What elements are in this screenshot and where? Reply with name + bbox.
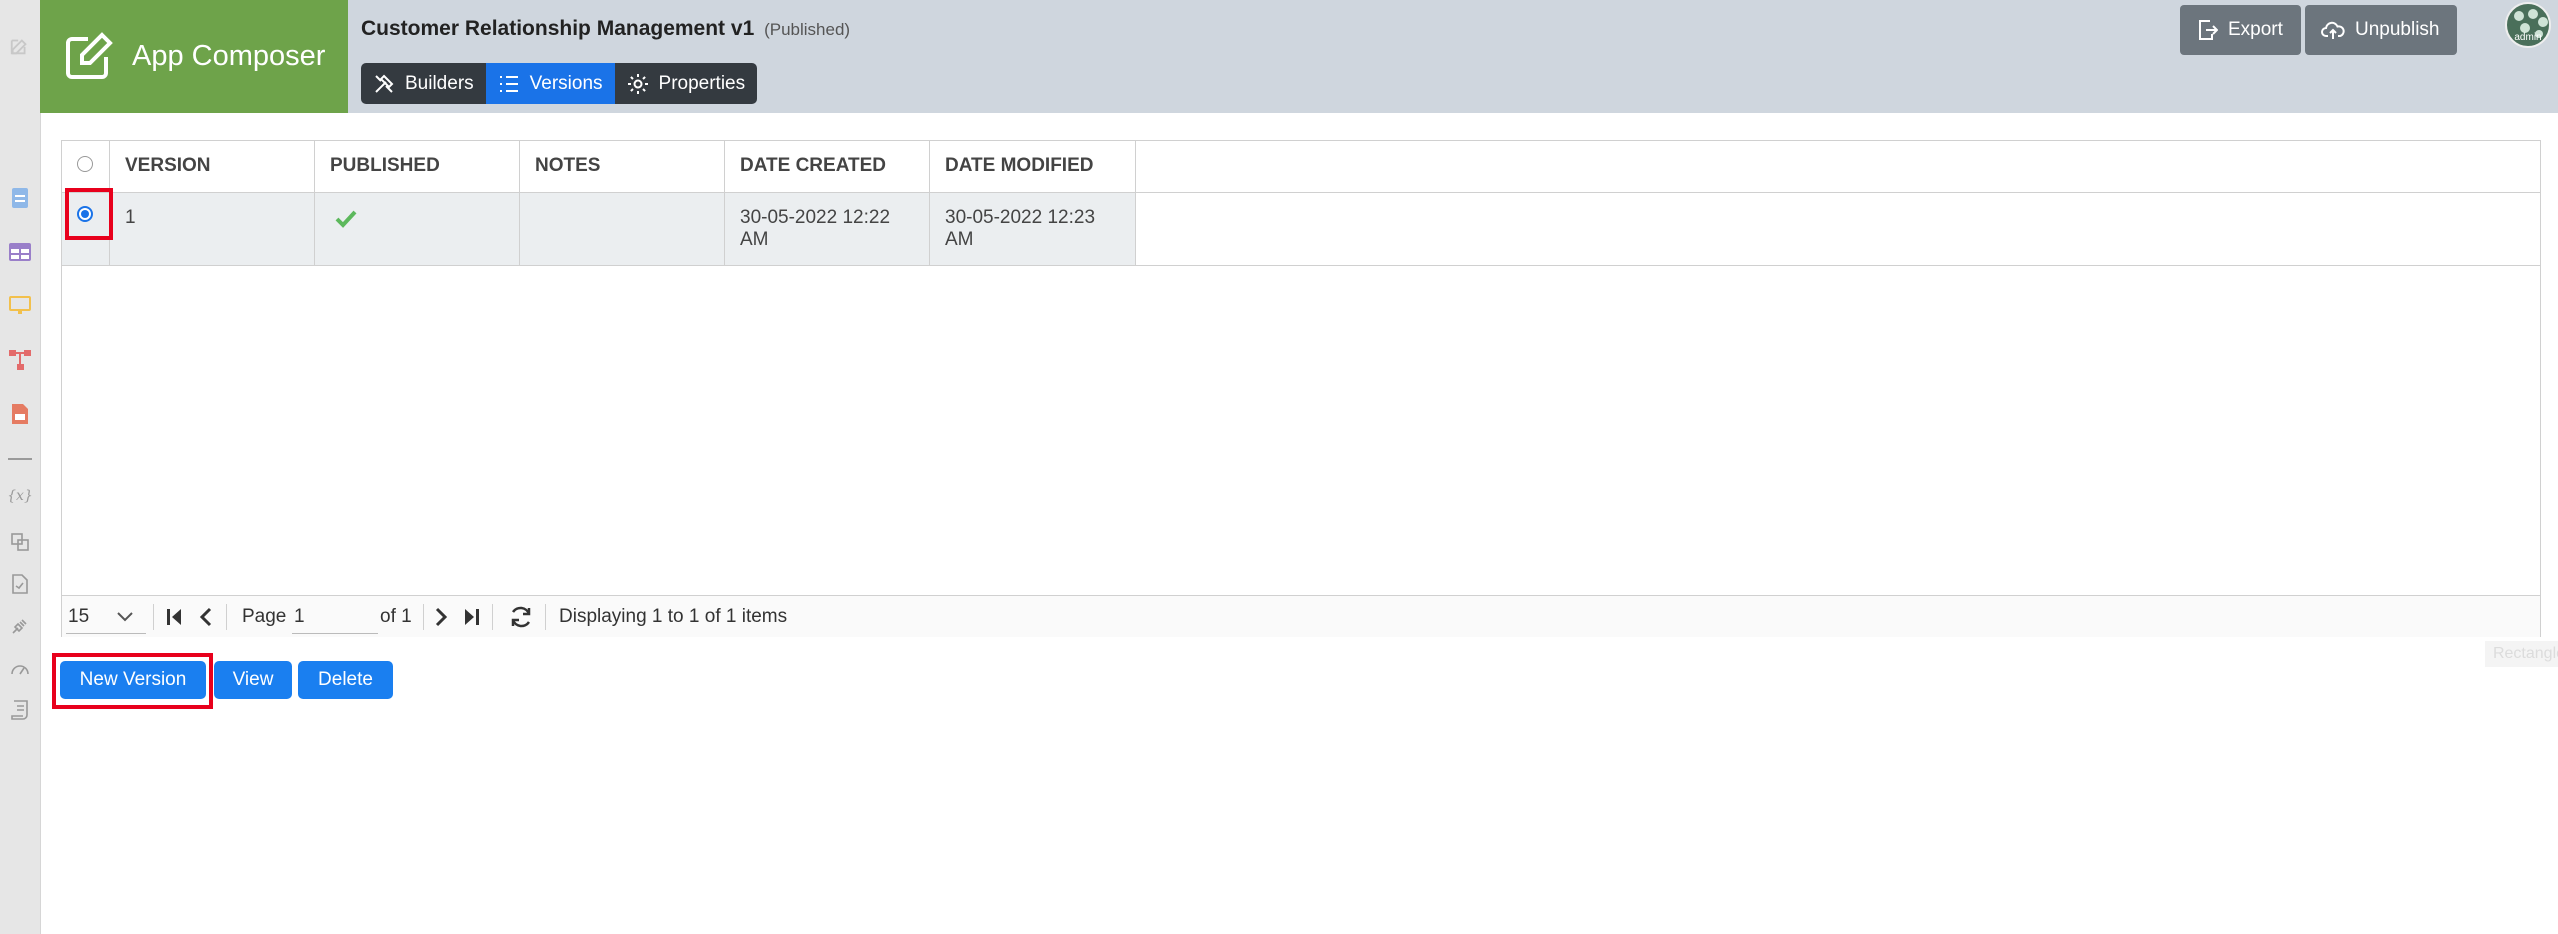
notes-cell bbox=[520, 193, 725, 265]
version-cell: 1 bbox=[110, 193, 315, 265]
column-header-date-modified[interactable]: DATE MODIFIED bbox=[930, 141, 1136, 192]
page-size-value: 15 bbox=[68, 605, 90, 627]
cloud-upload-icon bbox=[2321, 21, 2345, 39]
date-modified-cell: 30-05-2022 12:23 AM bbox=[930, 193, 1136, 265]
unpublish-label: Unpublish bbox=[2355, 19, 2440, 40]
pager-display-text: Displaying 1 to 1 of 1 items bbox=[559, 605, 788, 627]
select-all-radio[interactable] bbox=[77, 156, 93, 172]
export-label: Export bbox=[2228, 19, 2283, 40]
pager-separator bbox=[492, 604, 493, 630]
app-title-text: Customer Relationship Management v1 bbox=[361, 17, 755, 40]
date-created-cell: 30-05-2022 12:22 AM bbox=[725, 193, 930, 265]
chevron-left-icon bbox=[199, 607, 212, 626]
pager-separator bbox=[226, 604, 227, 630]
gear-icon bbox=[627, 73, 648, 94]
publish-status: (Published) bbox=[764, 20, 851, 39]
left-sidebar: {x} bbox=[0, 0, 41, 934]
avatar[interactable]: admin bbox=[2505, 2, 2551, 48]
tab-properties[interactable]: Properties bbox=[615, 63, 758, 104]
published-cell bbox=[315, 193, 520, 265]
next-page-button[interactable] bbox=[435, 596, 449, 637]
export-button[interactable]: Export bbox=[2180, 5, 2301, 55]
versions-grid: VERSION PUBLISHED NOTES DATE CREATED DAT… bbox=[61, 140, 2558, 667]
form-icon[interactable] bbox=[8, 186, 32, 210]
avatar-label: admin bbox=[2514, 32, 2542, 43]
datalist-icon[interactable] bbox=[8, 240, 32, 264]
column-header-published[interactable]: PUBLISHED bbox=[315, 141, 520, 192]
view-button[interactable]: View bbox=[214, 661, 292, 699]
builder-tabbar: Builders Versions Properties bbox=[361, 63, 758, 104]
column-header-notes[interactable]: NOTES bbox=[520, 141, 725, 192]
pager-separator bbox=[153, 604, 154, 630]
page-label: Page bbox=[242, 605, 287, 627]
tab-versions[interactable]: Versions bbox=[485, 63, 615, 104]
page-input-underline bbox=[292, 633, 378, 634]
rectangle-label: Rectangle bbox=[2485, 641, 2558, 667]
column-header-date-created[interactable]: DATE CREATED bbox=[725, 141, 930, 192]
tab-versions-label: Versions bbox=[529, 72, 603, 94]
report-icon[interactable] bbox=[8, 402, 32, 426]
variable-icon[interactable]: {x} bbox=[7, 484, 33, 508]
plugin-icon[interactable] bbox=[8, 614, 32, 638]
sidebar-divider bbox=[8, 458, 32, 460]
tab-builders-label: Builders bbox=[405, 72, 474, 94]
app-title: Customer Relationship Management v1 (Pub… bbox=[361, 17, 850, 41]
page-number-value: 1 bbox=[294, 605, 305, 627]
pager-separator bbox=[545, 604, 546, 630]
last-page-button[interactable] bbox=[462, 596, 480, 637]
resource-icon[interactable] bbox=[8, 530, 32, 554]
prev-page-button[interactable] bbox=[198, 596, 212, 637]
chevron-down-icon bbox=[117, 611, 133, 621]
page-count-label: of 1 bbox=[380, 605, 412, 627]
table-row[interactable]: 1 30-05-2022 12:22 AM 30-05-2022 12:23 A… bbox=[62, 193, 2540, 266]
new-version-highlight bbox=[52, 653, 213, 709]
select-all-cell bbox=[62, 141, 110, 192]
chevron-right-icon bbox=[435, 607, 448, 626]
export-icon bbox=[2199, 20, 2218, 40]
row-select-highlight bbox=[65, 188, 113, 240]
page-number-input[interactable]: 1 bbox=[294, 596, 378, 637]
pager-separator bbox=[423, 604, 424, 630]
document-icon[interactable] bbox=[8, 572, 32, 596]
brand-name: App Composer bbox=[132, 40, 326, 72]
tab-builders[interactable]: Builders bbox=[361, 63, 486, 104]
first-page-button[interactable] bbox=[166, 596, 184, 637]
list-icon bbox=[499, 75, 518, 92]
app-composer-brand[interactable]: App Composer bbox=[40, 0, 348, 113]
last-page-icon bbox=[465, 608, 479, 625]
pager: 15 Page 1 of 1 Displaying 1 to 1 of 1 it bbox=[62, 595, 2540, 637]
tab-properties-label: Properties bbox=[658, 72, 746, 94]
performance-icon[interactable] bbox=[8, 656, 32, 680]
edit-square-icon bbox=[66, 31, 113, 79]
first-page-icon bbox=[167, 608, 181, 625]
delete-button[interactable]: Delete bbox=[298, 661, 393, 699]
tools-icon bbox=[375, 74, 394, 93]
refresh-button[interactable] bbox=[509, 596, 533, 637]
userview-icon[interactable] bbox=[8, 294, 32, 318]
log-icon[interactable] bbox=[8, 698, 32, 722]
grid-header: VERSION PUBLISHED NOTES DATE CREATED DAT… bbox=[62, 141, 2540, 193]
unpublish-button[interactable]: Unpublish bbox=[2305, 5, 2457, 55]
refresh-icon bbox=[511, 606, 531, 627]
check-icon bbox=[335, 210, 357, 228]
page-size-underline bbox=[66, 633, 146, 634]
page-size-select[interactable]: 15 bbox=[68, 596, 144, 637]
process-icon[interactable] bbox=[8, 348, 32, 372]
column-header-version[interactable]: VERSION bbox=[110, 141, 315, 192]
edit-icon[interactable] bbox=[8, 34, 32, 58]
